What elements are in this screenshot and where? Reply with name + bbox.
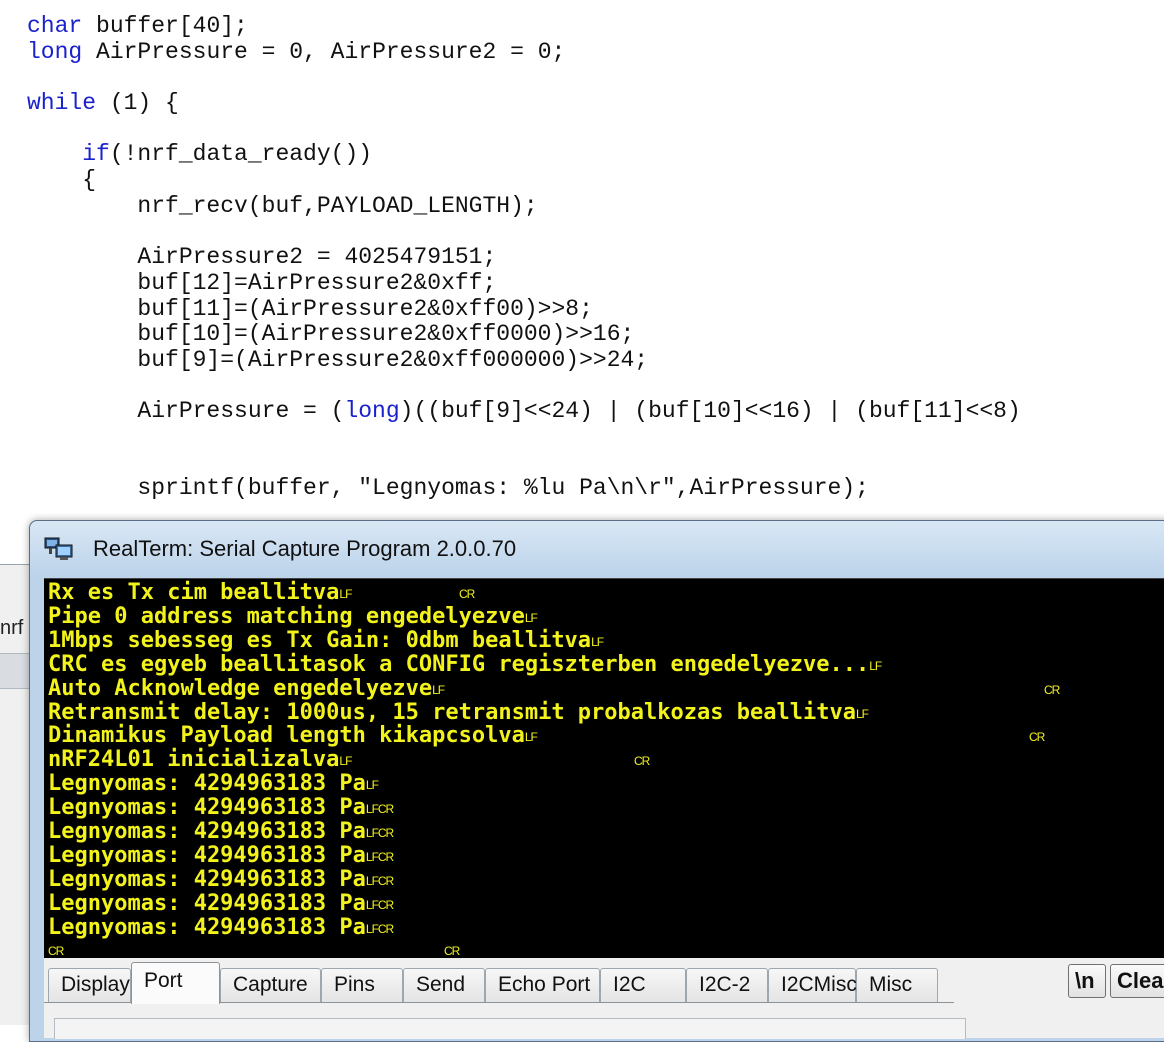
control-char-marker: LF: [365, 778, 379, 793]
terminal-line: nRF24L01 inicializalvaLF: [48, 747, 352, 773]
code-line: nrf_recv(buf,PAYLOAD_LENGTH);: [27, 192, 538, 219]
tab-port[interactable]: Port: [131, 962, 220, 1004]
control-char-marker: LFCR: [365, 921, 394, 936]
code-line: buf[10]=(AirPressure2&0xff0000)>>16;: [27, 321, 635, 348]
terminal-line-text: Legnyomas: 4294963183 Pa: [48, 890, 366, 916]
terminal-line: Legnyomas: 4294963183 PaLFCR: [48, 795, 394, 821]
terminal-line-text: Retransmit delay: 1000us, 15 retransmit …: [48, 699, 856, 725]
terminal-line-text: Legnyomas: 4294963183 Pa: [48, 866, 366, 892]
control-char-marker: LF: [339, 587, 352, 601]
control-char-marker: LFCR: [365, 826, 394, 840]
control-char-marker: LFCR: [365, 897, 394, 912]
code-line: long AirPressure = 0, AirPressure2 = 0;: [27, 38, 566, 65]
terminal-line: Auto Acknowledge engedelyezveLF: [48, 675, 445, 701]
terminal-line: Rx es Tx cim beallitvaLF: [48, 580, 352, 605]
realterm-window[interactable]: RealTerm: Serial Capture Program 2.0.0.7…: [29, 520, 1164, 1042]
tab-panel: [54, 1018, 966, 1039]
control-char-marker: CR: [634, 754, 650, 769]
terminal-line: Legnyomas: 4294963183 PaLFCR: [48, 842, 394, 868]
control-char-marker: LFCR: [365, 873, 394, 888]
code-keyword: char: [27, 13, 83, 39]
control-char-marker: LF: [339, 754, 352, 769]
control-char-marker: LFCR: [365, 802, 394, 817]
terminal-line-text: Pipe 0 address matching engedelyezve: [48, 603, 525, 629]
background-window-bar: [0, 653, 30, 689]
terminal-line: Legnyomas: 4294963183 PaLF: [48, 771, 379, 797]
clear-button[interactable]: Clear: [1110, 964, 1164, 998]
terminal-line: Pipe 0 address matching engedelyezveLF: [48, 603, 538, 629]
control-char-marker: LF: [869, 658, 882, 673]
terminal-line-text: Legnyomas: 4294963183 Pa: [48, 795, 366, 821]
control-char-marker: LF: [524, 730, 538, 745]
control-char-marker: LF: [855, 706, 869, 721]
title-bar[interactable]: RealTerm: Serial Capture Program 2.0.0.7…: [30, 521, 1164, 577]
tab-i2c[interactable]: I2C: [600, 968, 686, 1002]
terminal-line-text: Rx es Tx cim beallitva: [48, 580, 340, 605]
tab-misc[interactable]: Misc: [856, 968, 938, 1002]
code-line: while (1) {: [27, 90, 179, 117]
terminal-line: Legnyomas: 4294963183 PaLFCR: [48, 866, 394, 892]
tab-i2c-2[interactable]: I2C-2: [686, 968, 768, 1002]
code-keyword: long: [344, 398, 400, 425]
terminal-output[interactable]: Rx es Tx cim beallitvaLF CR Pipe 0 address…: [44, 578, 1164, 959]
terminal-line-text: Dinamikus Payload length kikapcsolva: [48, 723, 525, 749]
code-keyword: while: [27, 90, 97, 117]
control-char-marker: CR: [1029, 730, 1045, 745]
terminal-line-text: CRC es egyeb beallitasok a CONFIG regisz…: [48, 651, 870, 677]
code-editor: char buffer[40]; long AirPressure = 0, Ai…: [27, 13, 1164, 514]
terminal-line-text: Legnyomas: 4294963183 Pa: [48, 819, 366, 844]
control-char-marker: LF: [432, 682, 445, 697]
tab-echo-port[interactable]: Echo Port: [485, 968, 600, 1002]
terminal-line-text: nRF24L01 inicializalva: [48, 747, 340, 773]
terminal-line-text: Legnyomas: 4294963183 Pa: [48, 914, 366, 940]
terminal-line-text: Auto Acknowledge engedelyezve: [48, 675, 433, 701]
terminal-line: CRC es egyeb beallitasok a CONFIG regisz…: [48, 651, 882, 677]
code-line: buf[12]=AirPressure2&0xff;: [27, 269, 497, 296]
control-char-marker: LFCR: [365, 849, 394, 864]
code-line: AirPressure2 = 4025479151;: [27, 244, 497, 271]
terminal-line: 1Mbps sebesseg es Tx Gain: 0dbm beallitv…: [48, 627, 604, 653]
code-line: {: [27, 167, 97, 194]
control-char-marker: CR: [48, 943, 64, 958]
tab-display[interactable]: Display: [48, 968, 131, 1002]
terminal-line-text: Legnyomas: 4294963183 Pa: [48, 842, 366, 868]
code-line: if(!nrf_data_ready()): [82, 141, 373, 168]
control-char-marker: LF: [524, 610, 538, 625]
code-keyword: if: [82, 141, 110, 168]
control-char-marker: CR: [1044, 682, 1060, 697]
code-line: char buffer[40];: [27, 13, 248, 39]
code-line: sprintf(buffer, "Legnyomas: %lu Pa\n\r",…: [27, 475, 869, 502]
tab-pins[interactable]: Pins: [321, 968, 403, 1002]
control-char-marker: LF: [591, 634, 604, 649]
realterm-app-icon[interactable]: [44, 536, 78, 564]
control-char-marker: CR: [444, 943, 460, 958]
code-line: buf[9]=(AirPressure2&0xff000000)>>24;: [27, 346, 649, 373]
code-line: buf[11]=(AirPressure2&0xff00)>>8;: [27, 295, 593, 322]
tab-i2cmisc[interactable]: I2CMisc: [768, 968, 857, 1002]
newline-button[interactable]: \n: [1068, 964, 1106, 998]
terminal-line: Legnyomas: 4294963183 PaLFCR: [48, 819, 394, 844]
terminal-line-text: Legnyomas: 4294963183 Pa: [48, 771, 366, 797]
tab-send[interactable]: Send: [403, 968, 485, 1002]
code-line: AirPressure = (long)((buf[9]<<24) | (buf…: [27, 398, 1021, 425]
tab-bar: Display Port Capture Pins Send Echo Port I2C I2…: [44, 958, 1164, 1039]
terminal-line: Legnyomas: 4294963183 PaLFCR: [48, 914, 394, 940]
code-keyword: long: [27, 38, 83, 65]
window-title: RealTerm: Serial Capture Program 2.0.0.7…: [93, 536, 517, 561]
tab-capture[interactable]: Capture: [220, 968, 321, 1002]
terminal-line: Dinamikus Payload length kikapcsolvaLF: [48, 723, 538, 749]
terminal-line-text: 1Mbps sebesseg es Tx Gain: 0dbm beallitv…: [48, 627, 592, 653]
terminal-line: Retransmit delay: 1000us, 15 retransmit …: [48, 699, 869, 725]
terminal-line: Legnyomas: 4294963183 PaLFCR: [48, 890, 394, 916]
control-char-marker: CR: [459, 587, 475, 601]
background-window-text: nrf: [0, 617, 24, 639]
